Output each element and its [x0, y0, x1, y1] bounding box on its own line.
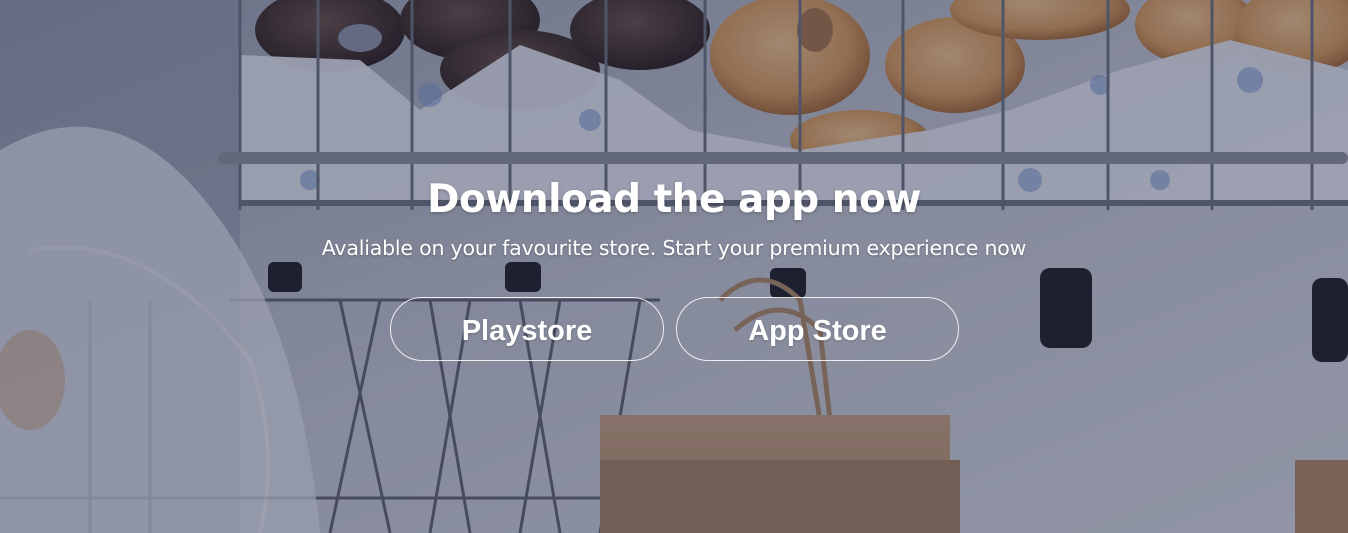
app-store-button[interactable]: App Store: [676, 297, 959, 361]
hero-subtitle: Avaliable on your favourite store. Start…: [321, 236, 1027, 260]
hero-title: Download the app now: [427, 177, 921, 222]
hero-content: Download the app now Avaliable on your f…: [0, 0, 1348, 533]
download-app-hero: Download the app now Avaliable on your f…: [0, 0, 1348, 533]
playstore-button[interactable]: Playstore: [390, 297, 664, 361]
